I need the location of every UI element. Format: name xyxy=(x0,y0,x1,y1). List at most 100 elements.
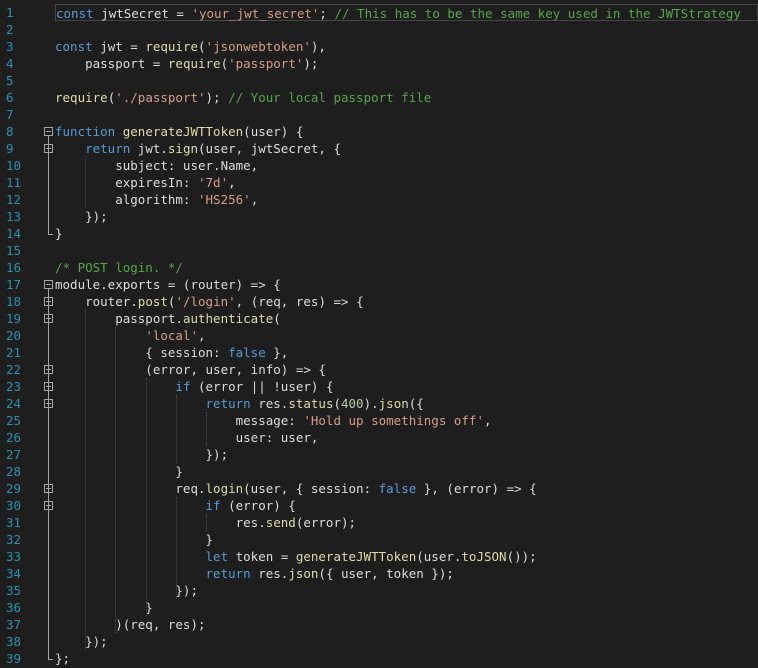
line-number: 36 xyxy=(6,600,22,615)
code-token: , xyxy=(250,192,259,207)
code-token: ( xyxy=(198,39,206,54)
code-line[interactable]: passport.authenticate( xyxy=(55,310,281,327)
code-line[interactable]: }; xyxy=(55,650,70,667)
code-token: '7d' xyxy=(198,175,229,190)
line-number: 27 xyxy=(6,447,22,462)
code-line[interactable]: }); xyxy=(55,633,108,650)
code-token: (user, jwtSecret, { xyxy=(198,141,342,156)
code-token: }); xyxy=(55,634,108,649)
code-editor[interactable]: 1 2 3 4 5 6 7 8 9 10 11 12 13 14 15 16 17 18 19 20 21 22 23 24 2… xyxy=(0,0,758,668)
code-token: require xyxy=(145,39,199,54)
code-token: module.exports = (router) => { xyxy=(55,277,281,292)
code-token: token = xyxy=(228,549,296,564)
code-line[interactable]: )(req, res); xyxy=(55,616,205,633)
code-area[interactable]: const jwtSecret = 'your_jwt_secret'; // … xyxy=(55,0,758,668)
code-token: jwt. xyxy=(130,141,168,156)
code-token: message: xyxy=(55,413,304,428)
code-token: 'Hold up somethings off' xyxy=(303,413,484,428)
code-token: generateJWTToken xyxy=(122,124,244,139)
line-number: 32 xyxy=(6,532,22,547)
code-line[interactable]: 'local', xyxy=(55,327,206,344)
code-token: (user, { session: xyxy=(243,481,379,496)
line-number: 1 xyxy=(6,5,14,20)
indent-guide xyxy=(206,514,207,531)
code-line[interactable]: let token = generateJWTToken(user.toJSON… xyxy=(55,548,537,565)
line-number: 6 xyxy=(6,90,14,105)
code-token: , xyxy=(198,328,206,343)
code-token: 'jsonwebtoken' xyxy=(205,39,311,54)
code-line[interactable]: { session: false }, xyxy=(55,344,288,361)
outline-region-end xyxy=(48,659,53,660)
line-number: 12 xyxy=(6,192,22,207)
code-line[interactable]: } xyxy=(55,599,153,616)
code-token: } xyxy=(55,464,183,479)
code-line[interactable]: if (error || !user) { xyxy=(55,378,333,395)
line-number: 15 xyxy=(6,243,22,258)
code-token: (user. xyxy=(416,549,462,564)
code-token: if xyxy=(175,379,191,394)
indent-guide xyxy=(145,378,147,616)
outline-region-line xyxy=(48,136,49,234)
collapse-toggle-icon[interactable] xyxy=(44,280,53,289)
indent-guide xyxy=(85,157,87,208)
code-line[interactable]: user: user, xyxy=(55,429,319,446)
line-number: 24 xyxy=(6,396,22,411)
code-line[interactable]: expiresIn: '7d', xyxy=(55,174,235,191)
code-line[interactable]: req.login(user, { session: false }, (err… xyxy=(55,480,537,497)
code-line[interactable]: message: 'Hold up somethings off', xyxy=(55,412,492,429)
line-number: 17 xyxy=(6,277,22,292)
line-number: 37 xyxy=(6,617,22,632)
outline-region-line xyxy=(48,289,49,659)
code-token: 'HS256' xyxy=(198,192,251,207)
code-line[interactable]: return res.status(400).json({ xyxy=(55,395,424,412)
line-number: 22 xyxy=(6,362,22,377)
code-token: authenticate xyxy=(182,311,274,326)
code-token: , xyxy=(483,413,492,428)
code-line[interactable]: const jwt = require('jsonwebtoken'), xyxy=(55,38,326,55)
code-token: }, (error) => { xyxy=(416,481,537,496)
code-line[interactable]: } xyxy=(55,531,214,548)
code-token: jwt = xyxy=(92,39,146,54)
code-token: (user) { xyxy=(243,124,304,139)
code-line[interactable]: passport = require('passport'); xyxy=(55,55,318,72)
code-token: false xyxy=(378,481,417,496)
code-token: ({ xyxy=(408,396,424,411)
code-line[interactable]: /* POST login. */ xyxy=(55,259,183,276)
indent-guide xyxy=(175,395,177,463)
code-token: jwtSecret = xyxy=(93,6,192,21)
code-token: res. xyxy=(55,515,266,530)
code-token: 'passport' xyxy=(228,56,304,71)
line-number: 34 xyxy=(6,566,22,581)
code-line[interactable]: } xyxy=(55,463,183,480)
code-token: }); xyxy=(55,209,108,224)
code-token: json xyxy=(378,396,409,411)
line-number: 31 xyxy=(6,515,22,530)
collapse-toggle-icon[interactable] xyxy=(44,127,53,136)
code-token: return xyxy=(205,396,251,411)
code-line[interactable]: function generateJWTToken(user) { xyxy=(55,123,303,140)
code-token: (error || !user) { xyxy=(190,379,334,394)
code-line[interactable]: }); xyxy=(55,446,229,463)
code-line[interactable]: return jwt.sign(user, jwtSecret, { xyxy=(55,140,341,157)
code-line[interactable]: module.exports = (router) => { xyxy=(55,276,281,293)
line-number: 8 xyxy=(6,124,14,139)
line-number: 5 xyxy=(6,73,14,88)
code-line[interactable]: router.post('/login', (req, res) => { xyxy=(55,293,364,310)
line-number: 20 xyxy=(6,328,22,343)
line-number: 29 xyxy=(6,481,22,496)
code-line[interactable]: require('./passport'); // Your local pas… xyxy=(55,89,431,106)
code-line[interactable]: } xyxy=(55,225,63,242)
code-line[interactable]: (error, user, info) => { xyxy=(55,361,326,378)
code-line[interactable]: }); xyxy=(55,208,108,225)
code-token: // Your local passport file xyxy=(228,90,432,105)
line-number: 21 xyxy=(6,345,22,360)
code-token: ( xyxy=(333,396,341,411)
code-token: 'local' xyxy=(145,328,198,343)
code-token: function xyxy=(55,124,116,139)
code-line-current[interactable]: const jwtSecret = 'your_jwt_secret'; // … xyxy=(55,4,758,21)
